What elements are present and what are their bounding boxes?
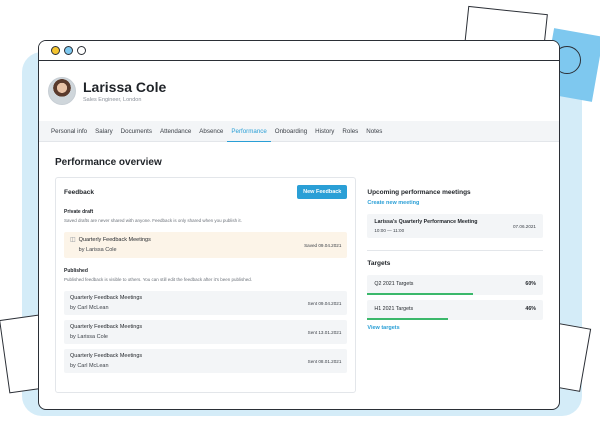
feedback-item-title: Quarterly Feedback Meetings bbox=[70, 295, 143, 301]
published-feedback-item[interactable]: Quarterly Feedback Meetings by Carl McLe… bbox=[64, 349, 348, 373]
meeting-date: 07.06.2021 bbox=[513, 223, 536, 229]
published-feedback-item[interactable]: Quarterly Feedback Meetings by Carl McLe… bbox=[64, 291, 348, 315]
published-feedback-item[interactable]: Quarterly Feedback Meetings by Larissa C… bbox=[64, 320, 348, 344]
profile-name: Larissa Cole bbox=[83, 79, 167, 95]
feedback-item-date: Sent 13.01.2021 bbox=[307, 329, 342, 335]
browser-window: Larissa Cole Sales Engineer, London Pers… bbox=[38, 40, 560, 410]
feedback-item-author: by Larissa Cole bbox=[70, 334, 108, 340]
tab-history[interactable]: History bbox=[311, 121, 338, 142]
new-feedback-button[interactable]: New Feedback bbox=[297, 185, 348, 199]
feedback-item-title: Quarterly Feedback Meetings bbox=[70, 324, 143, 330]
page-title: Performance overview bbox=[55, 157, 162, 168]
meetings-title: Upcoming performance meetings bbox=[367, 189, 471, 196]
target-item[interactable]: H1 2021 Targets 46% bbox=[367, 300, 543, 320]
window-dot-blue[interactable] bbox=[64, 46, 73, 55]
target-percent: 60% bbox=[525, 281, 536, 287]
feedback-item-author: by Carl McLean bbox=[70, 305, 109, 311]
tab-documents[interactable]: Documents bbox=[117, 121, 156, 142]
target-percent: 46% bbox=[525, 306, 536, 312]
meeting-item[interactable]: Larissa's Quarterly Performance Meeting … bbox=[367, 214, 543, 238]
window-dot-white[interactable] bbox=[77, 46, 86, 55]
tab-attendance[interactable]: Attendance bbox=[156, 121, 195, 142]
divider bbox=[367, 250, 543, 251]
meeting-time: 10:00 — 11:00 bbox=[374, 228, 405, 233]
target-progress-bar bbox=[367, 318, 449, 320]
feedback-item-title: Quarterly Feedback Meetings bbox=[78, 237, 151, 243]
create-meeting-link[interactable]: Create new meeting bbox=[367, 200, 543, 206]
target-progress-bar bbox=[367, 293, 473, 295]
profile-header: Larissa Cole Sales Engineer, London bbox=[39, 61, 559, 121]
feedback-title: Feedback bbox=[64, 188, 94, 196]
target-item[interactable]: Q2 2021 Targets 60% bbox=[367, 275, 543, 295]
main-content: Performance overview Feedback New Feedba… bbox=[39, 142, 559, 393]
avatar bbox=[48, 77, 76, 105]
feedback-item-author: by Carl McLean bbox=[70, 363, 109, 369]
target-label: Q2 2021 Targets bbox=[374, 281, 414, 287]
feedback-item-date: Saved 09.04.2021 bbox=[304, 242, 342, 248]
tab-onboarding[interactable]: Onboarding bbox=[271, 121, 311, 142]
view-targets-link[interactable]: View targets bbox=[367, 325, 543, 331]
window-dot-yellow[interactable] bbox=[51, 46, 60, 55]
tab-performance[interactable]: Performance bbox=[227, 121, 271, 142]
feedback-item-date: Sent 08.01.2021 bbox=[307, 358, 342, 364]
tab-bar: Personal info Salary Documents Attendanc… bbox=[39, 121, 559, 142]
tab-notes[interactable]: Notes bbox=[362, 121, 386, 142]
feedback-item-date: Sent 09.04.2021 bbox=[307, 300, 342, 306]
published-label: Published bbox=[64, 268, 88, 274]
window-titlebar bbox=[39, 41, 559, 61]
meeting-title: Larissa's Quarterly Performance Meeting bbox=[374, 219, 478, 225]
targets-title: Targets bbox=[367, 260, 391, 267]
draft-feedback-item[interactable]: ◫ Quarterly Feedback Meetings by Larissa… bbox=[64, 232, 348, 258]
side-panel: Upcoming performance meetings Create new… bbox=[367, 177, 543, 393]
private-draft-label: Private draft bbox=[64, 209, 94, 215]
profile-role: Sales Engineer, London bbox=[83, 97, 142, 103]
document-icon: ◫ bbox=[70, 237, 76, 243]
feedback-panel: Feedback New Feedback Private draft Save… bbox=[55, 177, 357, 393]
feedback-item-author: by Larissa Cole bbox=[78, 247, 117, 253]
tab-absence[interactable]: Absence bbox=[195, 121, 227, 142]
tab-roles[interactable]: Roles bbox=[338, 121, 362, 142]
private-draft-note: Saved drafts are never shared with anyon… bbox=[64, 218, 242, 223]
published-note: Published feedback is visible to others.… bbox=[64, 277, 252, 282]
target-label: H1 2021 Targets bbox=[374, 306, 414, 312]
feedback-item-title: Quarterly Feedback Meetings bbox=[70, 353, 143, 359]
tab-salary[interactable]: Salary bbox=[91, 121, 117, 142]
tab-personal-info[interactable]: Personal info bbox=[47, 121, 91, 142]
